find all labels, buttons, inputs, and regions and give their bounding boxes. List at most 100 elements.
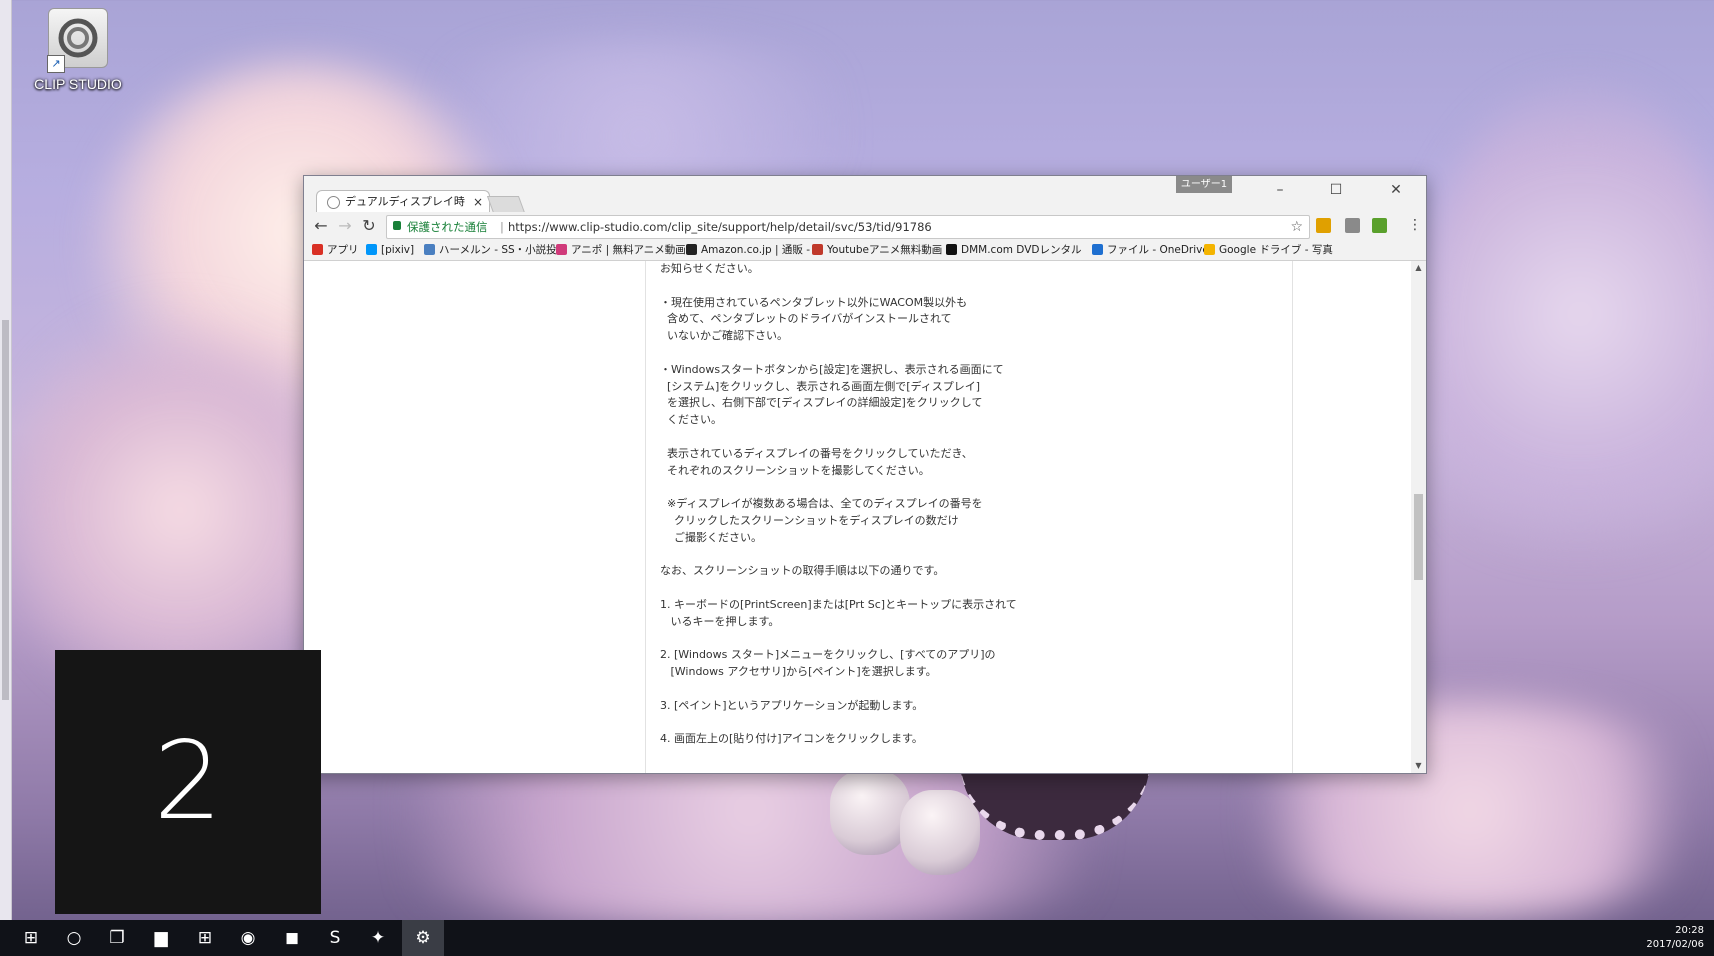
forward-button[interactable]: → — [334, 216, 356, 236]
article-line: それぞれのスクリーンショットを撮影してください。 — [660, 463, 930, 477]
bookmark-anipo[interactable]: アニポ | 無料アニメ動画 — [556, 240, 686, 260]
article-line — [660, 631, 1180, 648]
bookmark-amazon[interactable]: Amazon.co.jp | 通販 - — [686, 240, 810, 260]
settings-icon[interactable]: ⚙ — [402, 920, 444, 956]
url-text: https://www.clip-studio.com/clip_site/su… — [508, 220, 932, 234]
bookmarks-bar: アプリ [pixiv] ハーメルン - SS・小説投 アニポ | 無料アニメ動画… — [304, 240, 1426, 261]
article-line: クリックしたスクリーンショットをディスプレイの数だけ — [660, 513, 959, 527]
minimize-button[interactable]: – — [1260, 182, 1300, 202]
security-label: 保護された通信 — [407, 220, 488, 234]
pixiv-icon — [366, 244, 377, 255]
back-button[interactable]: ← — [310, 216, 332, 236]
scroll-thumb[interactable] — [1414, 494, 1423, 580]
tab-close-icon[interactable]: × — [473, 191, 483, 213]
article-line — [660, 715, 1180, 732]
article-line: お知らせください。 — [660, 262, 759, 275]
article-line: ご撮影ください。 — [660, 530, 762, 544]
dmm-icon — [946, 244, 957, 255]
lock-icon — [393, 221, 401, 230]
close-window-button[interactable]: ✕ — [1376, 182, 1416, 202]
reload-button[interactable]: ↻ — [358, 216, 380, 236]
article-line: [Windows アクセサリ]から[ペイント]を選択します。 — [660, 665, 937, 679]
s-extension-icon[interactable] — [1345, 218, 1360, 233]
twitter-icon[interactable]: ✦ — [357, 920, 399, 956]
clip-studio-icon: ↗ — [47, 8, 108, 73]
file-explorer-icon[interactable]: ▆ — [140, 920, 182, 956]
bookmark-label: ハーメルン - SS・小説投 — [439, 244, 557, 256]
page-scrollbar[interactable]: ▲ ▼ — [1411, 261, 1426, 773]
desktop-icon-label: CLIP STUDIO — [34, 76, 122, 92]
article-line: [システム]をクリックし、表示される画面左側で[ディスプレイ] — [660, 379, 981, 393]
start-button[interactable]: ⊞ — [10, 920, 52, 956]
article-line: 1. キーボードの[PrintScreen]または[Prt Sc]とキートップに… — [660, 597, 1017, 611]
browser-window: デュアルディスプレイ時、キャン × ユーザー1 – ☐ ✕ ← → ↻ 保護され… — [303, 175, 1427, 774]
profile-badge[interactable]: ユーザー1 — [1176, 176, 1232, 193]
article-line: 4. 画面左上の[貼り付け]アイコンをクリックします。 — [660, 732, 923, 746]
bookmark-apps[interactable]: アプリ — [312, 240, 359, 260]
bookmark-label: アニポ | 無料アニメ動画 — [571, 244, 686, 256]
column-divider — [1292, 261, 1293, 773]
address-bar[interactable]: 保護された通信 | https://www.clip-studio.com/cl… — [386, 215, 1310, 239]
article-line: いないかご確認下さい。 — [660, 329, 788, 343]
bookmark-onedrive[interactable]: ファイル - OneDrive — [1092, 240, 1209, 260]
store-icon[interactable]: ⊞ — [184, 920, 226, 956]
left-edge-scroll-thumb[interactable] — [2, 320, 9, 700]
green-extension-icon[interactable] — [1372, 218, 1387, 233]
page-content: お知らせください。 ・現在使用されているペンタブレット以外にWACOM製以外も 含… — [304, 261, 1426, 773]
browser-tab[interactable]: デュアルディスプレイ時、キャン × — [316, 190, 490, 213]
article-line: いるキーを押します。 — [660, 614, 780, 628]
clock-time: 20:28 — [1675, 925, 1704, 936]
browser-toolbar: ← → ↻ 保護された通信 | https://www.clip-studio.… — [304, 212, 1426, 240]
column-divider — [645, 261, 646, 773]
title-bar[interactable]: デュアルディスプレイ時、キャン × ユーザー1 – ☐ ✕ — [304, 176, 1426, 213]
wallpaper-character-boots — [820, 760, 1150, 890]
bookmark-youtube-anime[interactable]: Youtubeアニメ無料動画 — [812, 240, 942, 260]
onedrive-icon — [1092, 244, 1103, 255]
tab-title: デュアルディスプレイ時、キャン — [345, 195, 465, 208]
left-edge-scrollbar[interactable] — [0, 0, 12, 920]
bookmark-label: Google ドライブ - 写真 — [1219, 244, 1333, 256]
shortcut-arrow-icon: ↗ — [47, 55, 65, 73]
wallpaper-boot — [830, 770, 910, 855]
chrome-menu-icon[interactable]: ⋮ — [1408, 217, 1422, 233]
article-line — [660, 429, 1180, 446]
article-line — [660, 681, 1180, 698]
bookmark-star-icon[interactable]: ☆ — [1290, 216, 1303, 238]
article-line — [660, 479, 1180, 496]
article-line — [660, 580, 1180, 597]
system-clock[interactable]: 20:28 2017/02/06 — [1646, 924, 1704, 952]
omnibox-separator: | — [500, 220, 504, 234]
counter-extension-icon[interactable] — [1316, 218, 1331, 233]
new-tab-button[interactable] — [486, 196, 526, 213]
article-line: 表示されているディスプレイの番号をクリックしていただき、 — [660, 446, 973, 460]
skype-icon[interactable]: S — [314, 920, 356, 956]
line-icon[interactable]: ◼ — [271, 920, 313, 956]
bookmark-google-drive[interactable]: Google ドライブ - 写真 — [1204, 240, 1333, 260]
wallpaper-cloud — [1420, 80, 1714, 600]
bookmark-pixiv[interactable]: [pixiv] — [366, 240, 414, 260]
clock-date: 2017/02/06 — [1646, 939, 1704, 950]
maximize-button[interactable]: ☐ — [1316, 182, 1356, 202]
chrome-icon[interactable]: ◉ — [227, 920, 269, 956]
google-drive-icon — [1204, 244, 1215, 255]
bookmark-dmm[interactable]: DMM.com DVDレンタル — [946, 240, 1081, 260]
article-line — [660, 345, 1180, 362]
bookmark-label: ファイル - OneDrive — [1107, 244, 1209, 256]
anipo-icon — [556, 244, 567, 255]
article-line: なお、スクリーンショットの取得手順は以下の通りです。 — [660, 564, 945, 578]
desktop-icon-clip-studio[interactable]: ↗ CLIP STUDIO — [30, 8, 126, 92]
scroll-down-arrow-icon[interactable]: ▼ — [1411, 759, 1426, 773]
amazon-icon — [686, 244, 697, 255]
article-line: ※ディスプレイが複数ある場合は、全てのディスプレイの番号を — [660, 497, 983, 511]
article-line — [660, 547, 1180, 564]
bookmark-hameln[interactable]: ハーメルン - SS・小説投 — [424, 240, 557, 260]
cortana-search-button[interactable]: ○ — [53, 920, 95, 956]
youtube-anime-icon — [812, 244, 823, 255]
virtual-desktop-indicator: 2 — [55, 650, 321, 914]
bookmark-label: [pixiv] — [381, 244, 415, 256]
task-view-button[interactable]: ❐ — [96, 920, 138, 956]
taskbar: 20:28 2017/02/06 ⊞ ○ ❐ ▆ ⊞ ◉ ◼ S ✦ ⚙ — [0, 920, 1714, 956]
scroll-up-arrow-icon[interactable]: ▲ — [1411, 261, 1426, 275]
article-line — [660, 278, 1180, 295]
hameln-icon — [424, 244, 435, 255]
